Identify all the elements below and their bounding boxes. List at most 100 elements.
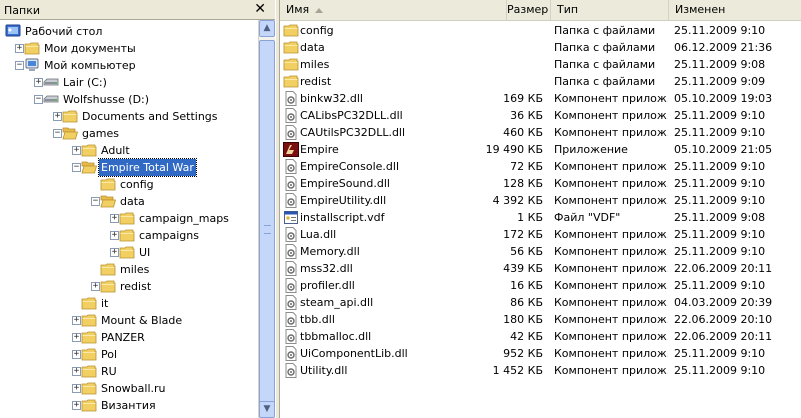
tree-item-label[interactable]: Wolfshusse (D:)	[61, 91, 151, 108]
tree-item[interactable]: + PANZER	[0, 329, 258, 346]
tree-item[interactable]: + RU	[0, 363, 258, 380]
expand-icon[interactable]: +	[72, 384, 81, 393]
folder-icon	[81, 330, 97, 344]
file-name: miles	[300, 58, 330, 71]
column-header-size[interactable]: Размер	[507, 0, 551, 20]
tree-item[interactable]: − Мой компьютер	[0, 57, 258, 74]
tree-item-label[interactable]: Snowball.ru	[99, 380, 168, 397]
tree-item[interactable]: + Pol	[0, 346, 258, 363]
file-row[interactable]: Memory.dll 56 КБ Компонент прилож... 25.11.…	[280, 243, 801, 260]
scroll-down-button[interactable]: ▼	[259, 401, 275, 418]
file-row[interactable]: CALibsPC32DLL.dll 36 КБ Компонент прилож..…	[280, 107, 801, 124]
expand-icon[interactable]: +	[72, 333, 81, 342]
expand-icon[interactable]: +	[34, 78, 43, 87]
file-row[interactable]: CAUtilsPC32DLL.dll 460 КБ Компонент прилож…	[280, 124, 801, 141]
file-row[interactable]: Utility.dll 1 452 КБ Компонент прилож... 25…	[280, 362, 801, 379]
tree-item-label[interactable]: Documents and Settings	[80, 108, 220, 125]
column-header-name[interactable]: Имя	[280, 0, 507, 20]
file-row[interactable]: Lua.dll 172 КБ Компонент прилож... 25.11.20…	[280, 226, 801, 243]
file-row[interactable]: EmpireConsole.dll 72 КБ Компонент прилож..…	[280, 158, 801, 175]
scrollbar-thumb[interactable]	[259, 40, 275, 414]
tree-item-label[interactable]: config	[118, 176, 156, 193]
tree-item-label[interactable]: campaign_maps	[137, 210, 231, 227]
tree-item-label[interactable]: UI	[137, 244, 152, 261]
file-row[interactable]: tbb.dll 180 КБ Компонент прилож... 22.06.20…	[280, 311, 801, 328]
expand-icon[interactable]: +	[72, 367, 81, 376]
tree-item-label[interactable]: PANZER	[99, 329, 147, 346]
expand-icon[interactable]: +	[15, 44, 24, 53]
expand-icon[interactable]: +	[72, 350, 81, 359]
tree-item-label[interactable]: Мои документы	[42, 40, 138, 57]
tree-item-label[interactable]: it	[99, 295, 110, 312]
close-icon[interactable]: ✕	[254, 1, 266, 17]
collapse-icon[interactable]: −	[15, 61, 24, 70]
folder-tree-scrollbar[interactable]: ▲ ▼	[258, 20, 275, 418]
tree-item-label[interactable]: Mount & Blade	[99, 312, 184, 329]
tree-item[interactable]: − games	[0, 125, 258, 142]
collapse-icon[interactable]: −	[53, 129, 62, 138]
file-row[interactable]: UiComponentLib.dll 952 КБ Компонент прилож…	[280, 345, 801, 362]
file-row[interactable]: steam_api.dll 86 КБ Компонент прилож... 04.…	[280, 294, 801, 311]
column-header-type[interactable]: Тип	[551, 0, 669, 20]
tree-item-label[interactable]: Мой компьютер	[42, 57, 138, 74]
tree-item-label[interactable]: campaigns	[137, 227, 201, 244]
tree-item-label[interactable]: Adult	[99, 142, 132, 159]
tree-item[interactable]: + redist	[0, 278, 258, 295]
file-row[interactable]: mss32.dll 439 КБ Компонент прилож... 22.06.…	[280, 260, 801, 277]
file-row[interactable]: Empire 19 490 КБ Приложение 05.10.2009 21:0…	[280, 141, 801, 158]
tree-item[interactable]: + campaign_maps	[0, 210, 258, 227]
file-row[interactable]: data Папка с файлами 06.12.2009 21:36	[280, 39, 801, 56]
tree-item-label[interactable]: games	[80, 125, 121, 142]
tree-item-label[interactable]: Рабочий стол	[23, 23, 104, 40]
file-row[interactable]: EmpireSound.dll 128 КБ Компонент прилож...…	[280, 175, 801, 192]
tree-item[interactable]: + Snowball.ru	[0, 380, 258, 397]
collapse-icon[interactable]: −	[34, 95, 43, 104]
tree-item-label[interactable]: RU	[99, 363, 119, 380]
file-row[interactable]: installscript.vdf 1 КБ Файл "VDF" 25.11.200…	[280, 209, 801, 226]
file-row[interactable]: binkw32.dll 169 КБ Компонент прилож... 05.1…	[280, 90, 801, 107]
scroll-up-button[interactable]: ▲	[259, 20, 275, 37]
tree-item[interactable]: − Wolfshusse (D:)	[0, 91, 258, 108]
tree-item[interactable]: + Мои документы	[0, 40, 258, 57]
expand-icon[interactable]: +	[110, 214, 119, 223]
file-row[interactable]: profiler.dll 16 КБ Компонент прилож... 25.1…	[280, 277, 801, 294]
file-row[interactable]: EmpireUtility.dll 4 392 КБ Компонент прило…	[280, 192, 801, 209]
tree-item[interactable]: config	[0, 176, 258, 193]
tree-item[interactable]: it	[0, 295, 258, 312]
file-modified: 25.11.2009 9:08	[674, 58, 766, 71]
folder-tree[interactable]: Рабочий стол + Мои документы − Мой компьютер…	[0, 20, 258, 418]
tree-item[interactable]: + Lair (C:)	[0, 74, 258, 91]
column-header-modified[interactable]: Изменен	[669, 0, 801, 20]
expand-icon[interactable]: +	[91, 282, 100, 291]
tree-item[interactable]: − data	[0, 193, 258, 210]
tree-item-label[interactable]: redist	[118, 278, 153, 295]
file-row[interactable]: tbbmalloc.dll 42 КБ Компонент прилож... 22.…	[280, 328, 801, 345]
tree-item[interactable]: − Empire Total War	[0, 158, 258, 177]
expand-icon[interactable]: +	[110, 231, 119, 240]
tree-item[interactable]: + Византия	[0, 397, 258, 414]
expand-icon[interactable]: +	[72, 316, 81, 325]
collapse-icon[interactable]: −	[72, 163, 81, 172]
expand-icon[interactable]: +	[53, 112, 62, 121]
tree-item[interactable]: + Mount & Blade	[0, 312, 258, 329]
expand-icon[interactable]: +	[72, 401, 81, 410]
tree-item[interactable]: + UI	[0, 244, 258, 261]
tree-item[interactable]: + Adult	[0, 142, 258, 159]
tree-item-label[interactable]: Византия	[99, 397, 158, 414]
tree-item-label[interactable]: Empire Total War	[98, 158, 197, 177]
expand-icon[interactable]: +	[72, 146, 81, 155]
tree-item[interactable]: Рабочий стол	[0, 23, 258, 40]
tree-item[interactable]: miles	[0, 261, 258, 278]
collapse-icon[interactable]: −	[91, 197, 100, 206]
expand-icon[interactable]: +	[110, 248, 119, 257]
file-row[interactable]: miles Папка с файлами 25.11.2009 9:08	[280, 56, 801, 73]
tree-item-label[interactable]: Pol	[99, 346, 119, 363]
file-row[interactable]: config Папка с файлами 25.11.2009 9:10	[280, 22, 801, 39]
tree-item-label[interactable]: miles	[118, 261, 151, 278]
tree-item[interactable]: + Documents and Settings	[0, 108, 258, 125]
tree-item-label[interactable]: data	[118, 193, 147, 210]
tree-item-label[interactable]: Lair (C:)	[61, 74, 109, 91]
file-size: 36 КБ	[510, 109, 543, 122]
tree-item[interactable]: + campaigns	[0, 227, 258, 244]
file-row[interactable]: redist Папка с файлами 25.11.2009 9:09	[280, 73, 801, 90]
